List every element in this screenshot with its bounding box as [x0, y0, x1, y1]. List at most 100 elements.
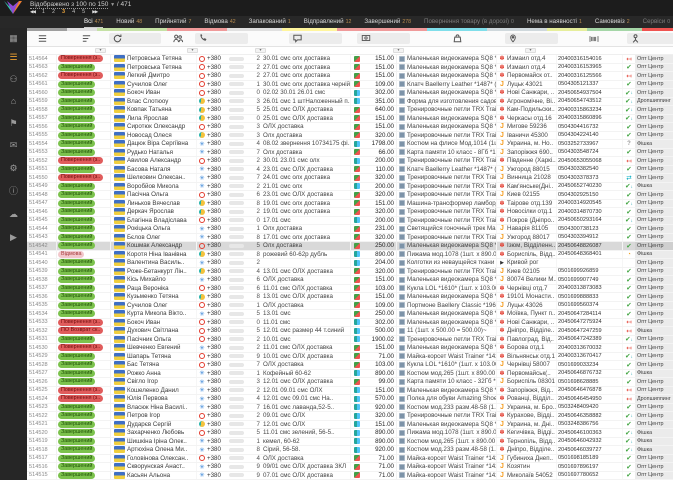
phone-number[interactable]: +380: [207, 421, 229, 429]
phone-number[interactable]: +380: [207, 191, 229, 199]
product-name[interactable]: Тренировочные петли TRX Train..: [407, 157, 497, 165]
tracking-number[interactable]: 20450646358882: [557, 412, 623, 420]
tracking-number[interactable]: 0501697780652: [557, 471, 623, 479]
column-filter-dropdown[interactable]: ▼: [393, 48, 404, 53]
phone-number[interactable]: +380: [207, 353, 229, 361]
customer-name[interactable]: Свігло Ігор: [127, 378, 197, 386]
product-name[interactable]: Маленькая видеокамера SQ8 *..: [407, 242, 497, 250]
order-row[interactable]: 514528 Завершений Бас Тетяна +380 7 ОЛХ доста…: [27, 361, 673, 370]
customer-name[interactable]: Сучилов Олег: [127, 80, 197, 88]
order-row[interactable]: 514532 ПО Возврат ск.. Духович Світлана +38…: [27, 327, 673, 336]
tracking-number[interactable]: 0504303378373: [557, 174, 623, 182]
tracking-number[interactable]: 20400316153965: [557, 63, 623, 71]
order-row[interactable]: 514527 Завершений Рожко Анна ✳ +380 1 Кофейный…: [27, 369, 673, 378]
customer-name[interactable]: Деркач Ярослав: [127, 208, 197, 216]
customer-name[interactable]: Новосад Олеся: [127, 131, 197, 139]
customer-name[interactable]: Курта Микола Вікто..: [127, 310, 197, 318]
order-row[interactable]: 514524 Повернення (з.. Юлія Первова ✳ +380 4 1…: [27, 395, 673, 404]
phone-number[interactable]: +380: [207, 310, 229, 318]
product-name[interactable]: Костюм мод.233 разм.48-58 (1..: [407, 403, 497, 411]
order-row[interactable]: 514558 Завершений Ковпак Татьяна +380 5 25.01…: [27, 106, 673, 115]
customer-name[interactable]: Петровська Тетяна: [127, 63, 197, 71]
order-row[interactable]: 514555 Завершений Новосад Олеся +380 3 Олх до…: [27, 131, 673, 140]
tracking-number[interactable]: 20400314920545: [557, 199, 623, 207]
tracking-number[interactable]: 20400315863234: [557, 106, 623, 114]
tab-Сервіси[interactable]: Сервіси 0: [643, 16, 670, 28]
order-row[interactable]: 514531 Завершений Пасічник Ольга +380 2 10.01…: [27, 335, 673, 344]
product-name[interactable]: Портмоне Baellery Classic *1966..: [407, 301, 497, 309]
phone-number[interactable]: +380: [207, 174, 229, 182]
app-logo[interactable]: [4, 1, 22, 14]
product-name[interactable]: Кукла LOL *1610* (1шт. х 103.00..: [407, 361, 497, 369]
customer-name[interactable]: Благінна Владіслава: [127, 216, 197, 224]
tracking-number[interactable]: 0504302925150: [557, 191, 623, 199]
product-name[interactable]: Костюм мод.265 (1шт. х 890.00 ..: [407, 437, 497, 445]
tracking-number[interactable]: 0501698628885: [557, 378, 623, 386]
tracking-number[interactable]: 20450654743512: [557, 97, 623, 105]
order-row[interactable]: 514561 Завершений Сучилов Олег +380 1 30.01 с…: [27, 80, 673, 89]
order-row[interactable]: 514530 Повернення (з.. Шевченко Евгений ✳ +3…: [27, 344, 673, 353]
tracking-number[interactable]: 0504304416732: [557, 123, 623, 131]
settings-icon[interactable]: ⚙: [0, 163, 27, 173]
order-row[interactable]: 514559 Завершений Влас Слотюоу +380 3 26.01 с…: [27, 97, 673, 106]
tracking-number[interactable]: 20450646454950: [557, 395, 623, 403]
customer-name[interactable]: Шишкіна Іріна Олек..: [127, 437, 197, 445]
customer-name[interactable]: Пасічна Ольга: [127, 191, 197, 199]
tab-Відмова[interactable]: Відмова 42: [204, 16, 235, 28]
phone-number[interactable]: +380: [207, 208, 229, 216]
product-name[interactable]: Пижама мод.1078 (1шт. х 890.0..: [407, 429, 497, 437]
customer-name[interactable]: Дударєв Сергій: [127, 420, 197, 428]
customer-name[interactable]: Рожко Анна: [127, 369, 197, 377]
order-row[interactable]: 514517 Завершений Головінова Олексан.. +380…: [27, 454, 673, 463]
product-name[interactable]: Майка-корсет Waist Trainer *142..: [407, 463, 497, 471]
phone-number[interactable]: +380: [207, 259, 229, 267]
tracking-number[interactable]: 20450646042932: [557, 437, 623, 445]
money-icon[interactable]: [357, 33, 410, 44]
product-name[interactable]: Маленькая видеокамера SQ8 *..: [407, 293, 497, 301]
tracking-number[interactable]: 20450646039727: [557, 446, 623, 454]
phone-number[interactable]: +380: [207, 293, 229, 301]
order-row[interactable]: 514554 Завершений Дацюк Віра Сергіївна ✳ +38…: [27, 140, 673, 149]
product-name[interactable]: Карта памяти 10 класс - 8Гб *12..: [407, 148, 497, 156]
order-row[interactable]: 514515 Завершений Касьян Альона ✳ +380 9 07.01…: [27, 471, 673, 480]
order-row[interactable]: 514545 Завершений Благінна Владіслава +380 0…: [27, 216, 673, 225]
phone-number[interactable]: +380: [207, 455, 229, 463]
phone-number[interactable]: +380: [207, 463, 229, 471]
phone-number[interactable]: +380: [207, 412, 229, 420]
tracking-number[interactable]: 20400313873083: [557, 284, 623, 292]
customer-name[interactable]: Пасічник Ольга: [127, 335, 197, 343]
phone-number[interactable]: +380: [207, 319, 229, 327]
tracking-number[interactable]: 20450647242389: [557, 335, 623, 343]
cloud-icon[interactable]: ☁: [0, 209, 27, 219]
tab-Завершений[interactable]: Завершений 278: [364, 16, 411, 28]
customer-name[interactable]: Сиротюк Олександр: [127, 123, 197, 131]
order-row[interactable]: 514522 Завершений Петров Ігор +380 2 09.01 см…: [27, 412, 673, 421]
phone-number[interactable]: +380: [207, 370, 229, 378]
tracking-number[interactable]: 0503248409420: [557, 403, 623, 411]
order-row[interactable]: 514560 Завершений Бокоч Иван +380 0 02.02 30.…: [27, 89, 673, 98]
tracking-number[interactable]: 20400313670417: [557, 352, 623, 360]
product-name[interactable]: Светящийся гоночный трек Ма..: [407, 225, 497, 233]
order-row[interactable]: 514516 Завершений Скворунская Анаст.. ✳ +380…: [27, 463, 673, 472]
mail-icon[interactable]: ✉: [0, 140, 27, 150]
product-name[interactable]: Клатч Baellerry Leather *1487* (1..: [407, 165, 497, 173]
tracking-number[interactable]: 0503248386756: [557, 420, 623, 428]
customer-name[interactable]: Басова Наталя: [127, 165, 197, 173]
product-name[interactable]: Кукла LOL *1610* (1шт. х 103.00..: [407, 284, 497, 292]
product-name[interactable]: Тренировочные петли TRX Train..: [407, 182, 497, 190]
product-name[interactable]: Майка-корсет Waist Trainer *142..: [407, 471, 497, 479]
order-row[interactable]: 514540 Завершений Валентина Василь.. ✳ +380 2…: [27, 259, 673, 268]
page-button[interactable]: 1: [42, 9, 45, 15]
phone-number[interactable]: +380: [207, 327, 229, 335]
product-name[interactable]: Машина-трансформер ламборд..: [407, 199, 497, 207]
customer-name[interactable]: Валентина Василь..: [127, 259, 197, 267]
tracking-number[interactable]: 20450647275924: [557, 318, 623, 326]
order-row[interactable]: 514563 Завершений Петровська Тетяна +380 2 27…: [27, 63, 673, 72]
tracking-number[interactable]: 0504300738123: [557, 225, 623, 233]
customer-name[interactable]: Шапарь Тетяна: [127, 352, 197, 360]
page-button[interactable]: 4: [72, 9, 75, 15]
customer-name[interactable]: Ковпак Татьяна: [127, 106, 197, 114]
tracking-number[interactable]: 20450652740230: [557, 182, 623, 190]
product-name[interactable]: Тренировочные петли TRX Train..: [407, 191, 497, 199]
product-name[interactable]: Костюм мод.233 разм.48-58 (1..: [407, 446, 497, 454]
